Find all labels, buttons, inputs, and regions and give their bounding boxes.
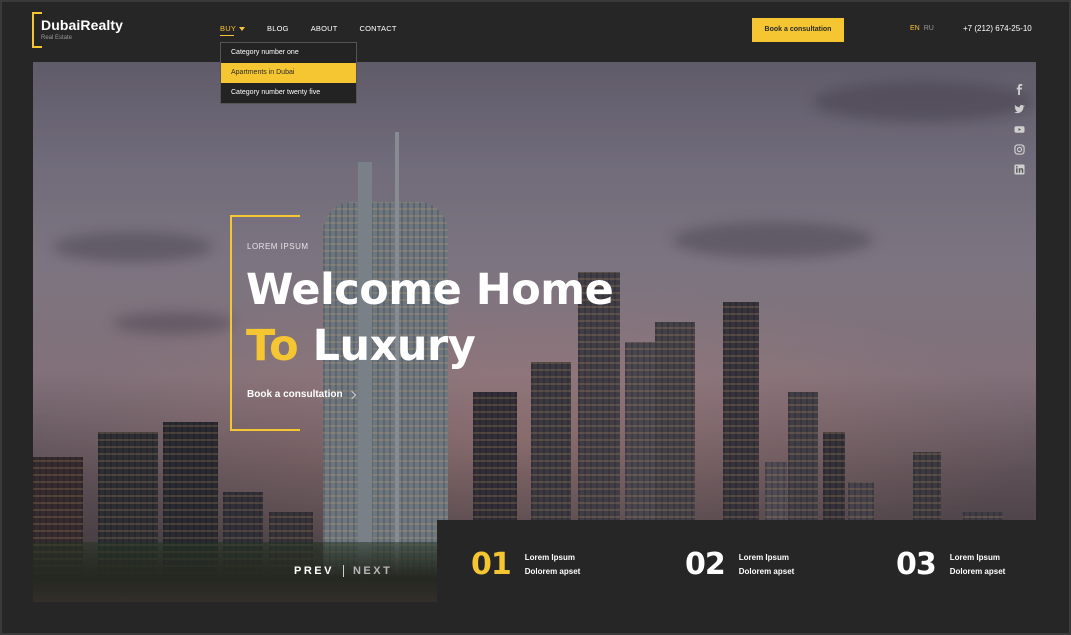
headline-line-2: To Luxury <box>246 318 613 374</box>
slider-pager: PREV NEXT <box>294 565 392 577</box>
logo-subtitle: Real Estate <box>41 35 73 41</box>
language-switcher: EN RU <box>910 25 934 32</box>
stat-item: 02 Lorem Ipsum Dolorem apset <box>685 550 794 580</box>
main-nav: BUY BLOG ABOUT CONTACT <box>220 24 419 33</box>
instagram-icon[interactable] <box>1013 144 1025 155</box>
stat-text: Lorem Ipsum Dolorem apset <box>950 551 1006 579</box>
hero-cta-label: Book a consultation <box>247 389 343 400</box>
nav-item-about[interactable]: ABOUT <box>311 24 338 33</box>
hero-headline: Welcome Home To Luxury <box>246 262 614 374</box>
chevron-right-icon <box>347 390 356 399</box>
caret-down-icon <box>239 26 246 31</box>
stat-number: 03 <box>896 547 937 582</box>
stat-item: 03 Lorem Ipsum Dolorem apset <box>896 550 1005 580</box>
hero-eyebrow: LOREM IPSUM <box>247 242 309 251</box>
phone-number[interactable]: +7 (212) 674-25-10 <box>963 24 1032 33</box>
headline-line-1: Welcome Home <box>246 265 614 315</box>
logo[interactable]: DubaiRealty Real Estate <box>32 12 142 48</box>
stat-number: 01 <box>471 547 512 582</box>
header-consultation-button[interactable]: Book a consultation <box>752 18 844 42</box>
nav-item-contact[interactable]: CONTACT <box>360 24 397 33</box>
active-underline <box>220 35 234 36</box>
stat-line-1: Lorem Ipsum <box>738 553 789 562</box>
headline-rest: Luxury <box>298 321 476 371</box>
headline-accent: To <box>246 321 299 371</box>
youtube-icon[interactable] <box>1013 124 1025 135</box>
stat-line-1: Lorem Ipsum <box>524 553 575 562</box>
stats-panel: 01 Lorem Ipsum Dolorem apset 02 Lorem Ip… <box>437 520 1036 602</box>
stat-line-1: Lorem Ipsum <box>949 553 1000 562</box>
nav-item-label: BUY <box>220 24 237 33</box>
prev-button[interactable]: PREV <box>294 565 334 577</box>
linkedin-icon[interactable] <box>1013 164 1025 175</box>
stat-text: Lorem Ipsum Dolorem apset <box>739 551 795 579</box>
stat-line-2: Dolorem apset <box>524 567 581 576</box>
dropdown-item-highlighted[interactable]: Apartments in Dubai <box>221 63 356 83</box>
nav-item-buy[interactable]: BUY <box>220 24 246 33</box>
pager-divider <box>342 565 344 577</box>
facebook-icon[interactable] <box>1013 84 1025 95</box>
lang-ru[interactable]: RU <box>924 25 934 32</box>
stat-line-2: Dolorem apset <box>738 567 795 576</box>
dropdown-item[interactable]: Category number one <box>221 43 356 63</box>
dropdown-item[interactable]: Category number twenty five <box>221 83 356 103</box>
buy-dropdown-menu: Category number one Apartments in Dubai … <box>220 42 357 104</box>
stat-number: 02 <box>685 547 726 582</box>
nav-item-blog[interactable]: BLOG <box>267 24 289 33</box>
stat-text: Lorem Ipsum Dolorem apset <box>525 551 581 579</box>
stat-line-2: Dolorem apset <box>949 567 1006 576</box>
twitter-icon[interactable] <box>1013 104 1025 115</box>
next-button[interactable]: NEXT <box>353 565 392 577</box>
lang-en[interactable]: EN <box>910 25 920 32</box>
hero-consultation-link[interactable]: Book a consultation <box>247 389 356 400</box>
stat-item: 01 Lorem Ipsum Dolorem apset <box>471 550 580 580</box>
logo-name: DubaiRealty <box>41 17 124 33</box>
social-links <box>1013 84 1025 175</box>
